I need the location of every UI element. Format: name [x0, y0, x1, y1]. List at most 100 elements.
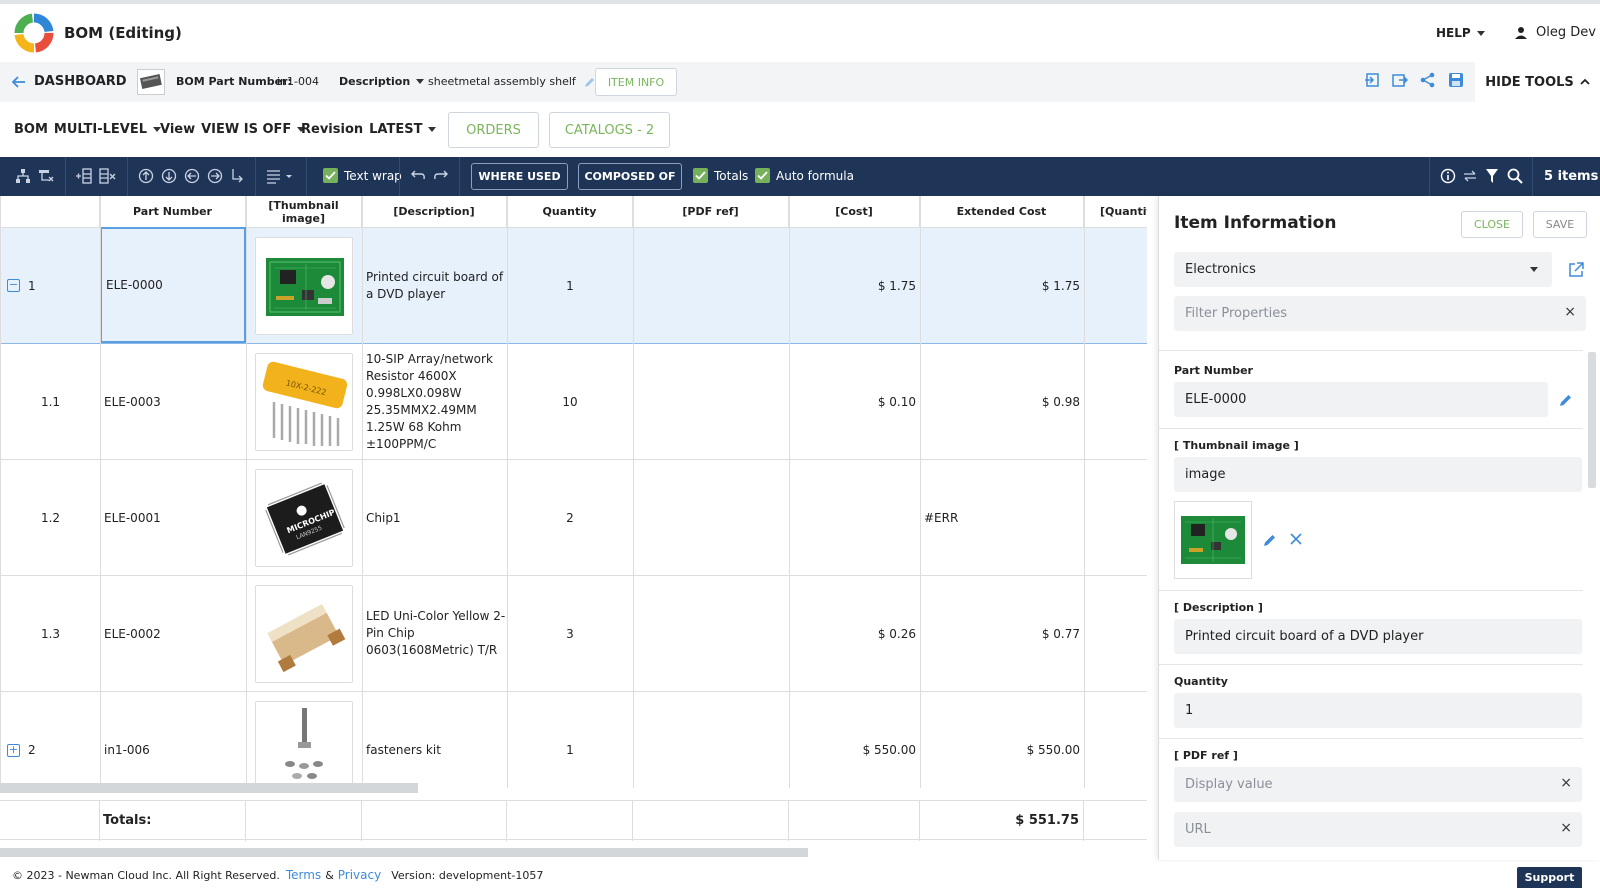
thumbnail-preview[interactable]: [1174, 501, 1252, 579]
close-button[interactable]: CLOSE: [1461, 211, 1523, 238]
quantity-cell[interactable]: 3: [507, 576, 633, 691]
revision-select[interactable]: Revision LATEST: [301, 122, 437, 137]
dashboard-link[interactable]: DASHBOARD: [12, 74, 127, 89]
quantity-field[interactable]: 1: [1174, 693, 1582, 728]
expand-icon[interactable]: +: [7, 743, 20, 757]
import-icon[interactable]: [1364, 72, 1380, 88]
table-row[interactable]: 1.2 ELE-0001 MICROCHIP LAN9255 Chip1 2 #E…: [1, 460, 1147, 576]
quantity-cell[interactable]: 1: [507, 228, 633, 343]
bom-part-thumbnail[interactable]: [137, 69, 165, 95]
quantity-cell[interactable]: 10: [507, 344, 633, 459]
panel-vertical-scrollbar[interactable]: [1588, 352, 1596, 488]
part-number-cell[interactable]: ELE-0003: [104, 344, 161, 459]
part-number-cell[interactable]: ELE-0001: [104, 460, 161, 575]
totals-checkbox[interactable]: Totals: [693, 168, 748, 183]
description-cell[interactable]: 10-SIP Array/network Resistor 4600X 0.99…: [366, 344, 506, 459]
pencil-icon[interactable]: [1559, 393, 1573, 407]
thumbnail-image[interactable]: [255, 237, 353, 335]
move-up-icon[interactable]: [138, 168, 154, 184]
column-header-part-number[interactable]: Part Number: [100, 196, 246, 228]
thumbnail-field[interactable]: image: [1174, 457, 1582, 492]
search-icon[interactable]: [1507, 168, 1523, 184]
close-icon[interactable]: ×: [1564, 304, 1576, 320]
export-icon[interactable]: [1392, 72, 1408, 88]
filter-icon[interactable]: [1485, 168, 1499, 184]
share-icon[interactable]: [1420, 72, 1436, 88]
extended-cost-cell[interactable]: $ 550.00: [920, 692, 1080, 788]
help-menu[interactable]: HELP: [1436, 26, 1485, 40]
thumbnail-image[interactable]: 10X-2-222: [255, 353, 353, 451]
pencil-icon[interactable]: [1263, 533, 1277, 547]
bom-type-select[interactable]: BOM MULTI-LEVEL: [14, 122, 162, 137]
description-cell[interactable]: fasteners kit: [366, 692, 441, 788]
filter-properties-input[interactable]: Filter Properties ×: [1174, 296, 1586, 331]
save-icon[interactable]: [1448, 72, 1464, 88]
collapse-icon[interactable]: −: [7, 279, 20, 292]
thumbnail-image[interactable]: [255, 585, 353, 683]
extended-cost-cell[interactable]: $ 1.75: [920, 228, 1080, 343]
table-row[interactable]: 1.3 ELE-0002 LED Uni-Color Yellow 2-Pin …: [1, 576, 1147, 692]
item-info-button[interactable]: ITEM INFO: [595, 68, 677, 96]
column-header-extended-cost[interactable]: Extended Cost: [920, 196, 1084, 228]
column-header-pdf-ref[interactable]: [PDF ref]: [633, 196, 789, 228]
column-header-description[interactable]: [Description]: [362, 196, 507, 228]
quantity-cell[interactable]: 1: [507, 692, 633, 788]
extended-cost-cell[interactable]: $ 0.77: [920, 576, 1080, 691]
save-button[interactable]: SAVE: [1533, 211, 1587, 238]
privacy-link[interactable]: Privacy: [338, 868, 381, 882]
app-logo[interactable]: [14, 13, 54, 53]
support-button[interactable]: Support: [1517, 867, 1582, 888]
close-icon[interactable]: ×: [1560, 820, 1572, 836]
catalogs-button[interactable]: CATALOGS - 2: [549, 112, 670, 148]
description-cell[interactable]: Chip1: [366, 460, 401, 575]
composed-of-button[interactable]: COMPOSED OF: [578, 163, 682, 190]
thumbnail-image[interactable]: [255, 701, 353, 788]
extended-cost-cell[interactable]: $ 0.98: [920, 344, 1080, 459]
cost-cell[interactable]: $ 0.10: [789, 344, 916, 459]
part-number-cell[interactable]: ELE-0002: [104, 576, 161, 691]
cost-cell[interactable]: $ 550.00: [789, 692, 916, 788]
terms-link[interactable]: Terms: [286, 868, 321, 882]
orders-button[interactable]: ORDERS: [448, 112, 539, 148]
auto-formula-checkbox[interactable]: Auto formula: [755, 168, 854, 183]
pdf-display-value-input[interactable]: Display value ×: [1174, 767, 1582, 802]
thumbnail-image[interactable]: MICROCHIP LAN9255: [255, 469, 353, 567]
hierarchy-remove-icon[interactable]: [38, 168, 54, 184]
cost-cell[interactable]: $ 0.26: [789, 576, 916, 691]
pdf-url-input[interactable]: URL ×: [1174, 812, 1582, 847]
hierarchy-icon[interactable]: [15, 168, 31, 184]
pencil-icon[interactable]: [584, 76, 596, 88]
description-dropdown[interactable]: Description: [339, 75, 425, 88]
view-select[interactable]: View VIEW IS OFF: [160, 122, 306, 137]
undo-icon[interactable]: [410, 168, 426, 182]
hide-tools-button[interactable]: HIDE TOOLS: [1475, 62, 1600, 102]
part-number-cell[interactable]: in1-006: [104, 692, 150, 788]
cost-cell[interactable]: $ 1.75: [789, 228, 916, 343]
column-header-cost[interactable]: [Cost]: [789, 196, 920, 228]
description-cell[interactable]: LED Uni-Color Yellow 2-Pin Chip 0603(160…: [366, 576, 506, 691]
grid-horizontal-scrollbar[interactable]: [0, 783, 418, 793]
part-number-field[interactable]: ELE-0000: [1174, 382, 1548, 417]
totals-horizontal-scrollbar[interactable]: [0, 848, 808, 857]
insert-row-icon[interactable]: [75, 168, 93, 184]
quantity-cell[interactable]: 2: [507, 460, 633, 575]
open-external-icon[interactable]: [1568, 262, 1584, 278]
close-icon[interactable]: ×: [1560, 775, 1572, 791]
align-menu-icon[interactable]: [266, 168, 294, 184]
text-wrap-checkbox[interactable]: Text wrap: [323, 168, 402, 183]
swap-icon[interactable]: [1462, 168, 1478, 184]
extended-cost-cell[interactable]: #ERR: [924, 460, 958, 575]
delete-row-icon[interactable]: [99, 168, 117, 184]
description-field[interactable]: Printed circuit board of a DVD player: [1174, 619, 1582, 654]
column-header-thumbnail[interactable]: [Thumbnail image]: [246, 196, 362, 228]
description-cell[interactable]: Printed circuit board of a DVD player: [366, 228, 506, 343]
info-icon[interactable]: [1440, 168, 1456, 184]
redo-icon[interactable]: [433, 168, 449, 182]
table-row[interactable]: 1.1 ELE-0003 10X-2-222 10-SIP Array/netw…: [1, 344, 1147, 460]
user-menu[interactable]: Oleg Dev: [1514, 25, 1596, 40]
where-used-button[interactable]: WHERE USED: [471, 163, 568, 190]
cost-cell[interactable]: [789, 460, 916, 575]
column-header-quantity[interactable]: Quantity: [507, 196, 633, 228]
category-select[interactable]: Electronics: [1174, 252, 1552, 287]
remove-icon[interactable]: [1290, 533, 1302, 545]
